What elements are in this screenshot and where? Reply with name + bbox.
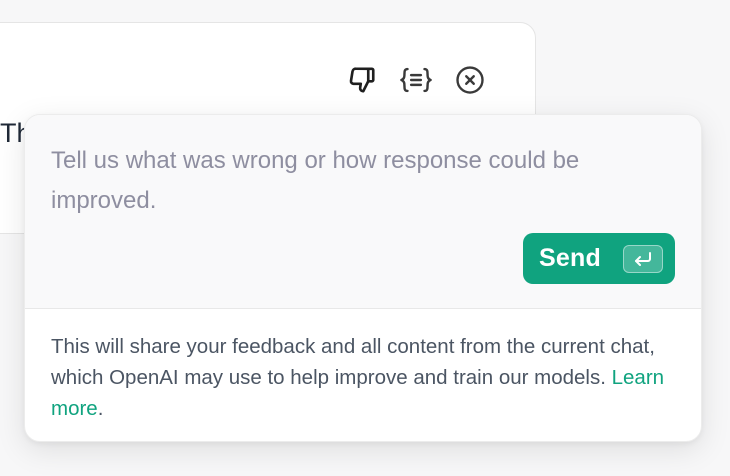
- view-json-button[interactable]: [394, 58, 438, 102]
- feedback-disclaimer: This will share your feedback and all co…: [51, 331, 671, 424]
- message-toolbar: [340, 58, 492, 102]
- feedback-input-area: Send: [25, 115, 701, 309]
- feedback-textarea[interactable]: [51, 141, 681, 225]
- thumbs-down-button[interactable]: [340, 58, 384, 102]
- send-button[interactable]: Send: [523, 233, 675, 284]
- disclaimer-text: This will share your feedback and all co…: [51, 335, 655, 389]
- enter-key-icon: [623, 244, 663, 273]
- thumbs-down-icon: [349, 67, 375, 93]
- disclaimer-period: .: [97, 397, 104, 420]
- send-button-label: Send: [539, 244, 601, 272]
- close-button[interactable]: [448, 58, 492, 102]
- close-circle-icon: [456, 66, 484, 94]
- curly-braces-icon: [400, 67, 432, 93]
- feedback-popover: Send This will share your feedback and a…: [24, 114, 702, 442]
